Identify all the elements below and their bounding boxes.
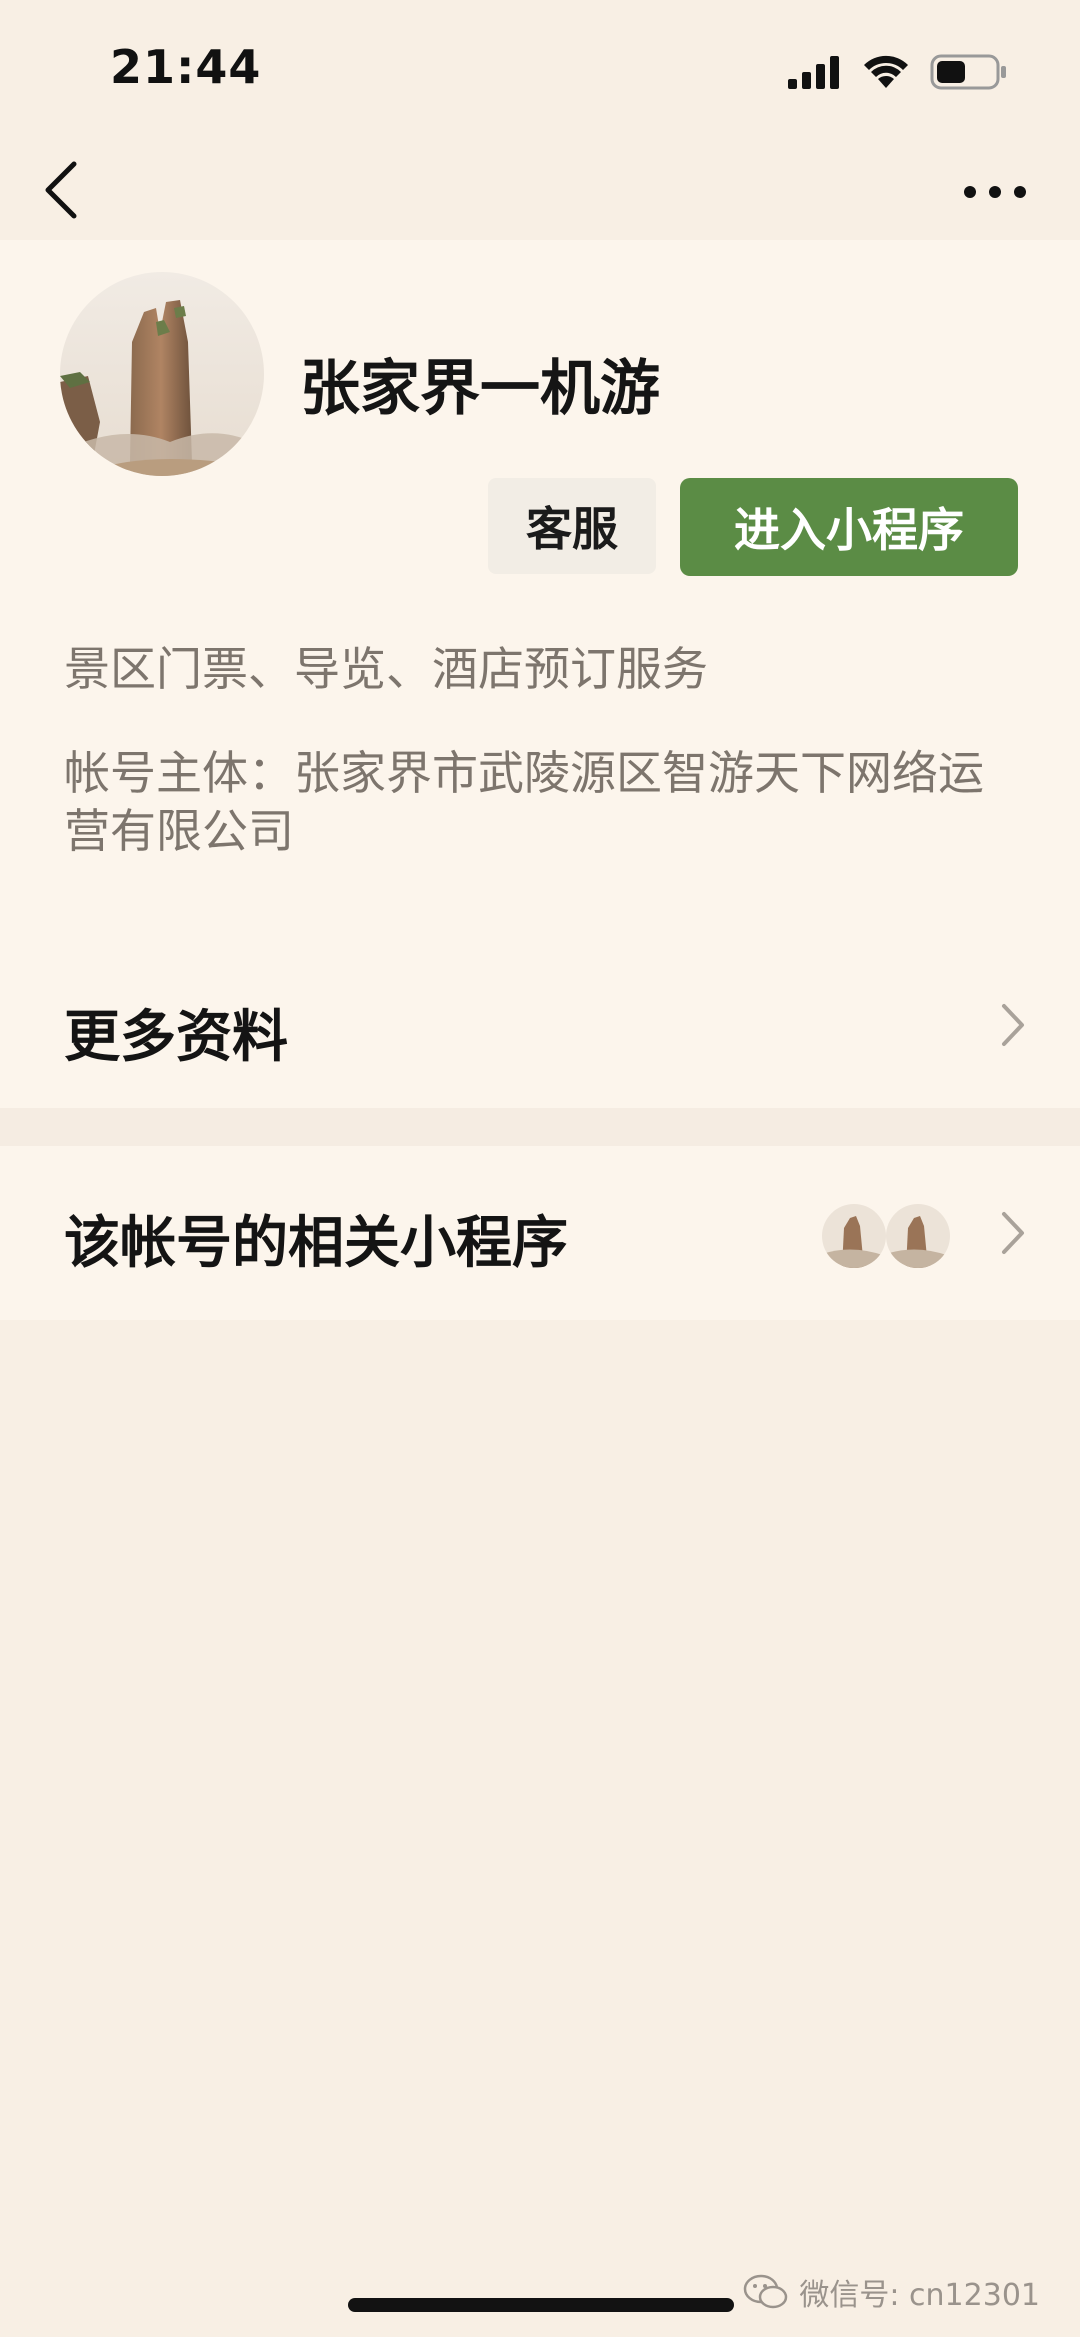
back-button[interactable] <box>38 160 88 220</box>
wifi-icon <box>864 55 908 88</box>
account-avatar <box>60 272 264 476</box>
status-time: 21:44 <box>110 40 262 94</box>
related-mini-programs-label: 该帐号的相关小程序 <box>64 1211 568 1276</box>
account-name: 张家界一机游 <box>300 354 660 424</box>
more-info-row[interactable]: 更多资料 <box>0 936 1080 1112</box>
signal-icon <box>788 56 839 89</box>
watermark: 微信号: cn12301 <box>743 2270 1040 2314</box>
customer-service-button[interactable]: 客服 <box>488 478 656 574</box>
more-dots-icon <box>964 186 1026 198</box>
home-indicator[interactable] <box>348 2298 734 2312</box>
account-description: 景区门票、导览、酒店预订服务 <box>64 642 708 696</box>
wechat-icon <box>744 2274 788 2309</box>
chevron-right-icon <box>1002 1212 1024 1254</box>
more-info-label: 更多资料 <box>64 1005 288 1070</box>
account-owner: 帐号主体：张家界市武陵源区智游天下网络运营有限公司 <box>64 746 984 858</box>
section-gap <box>0 1108 1080 1146</box>
watermark-text: 微信号: cn12301 <box>799 2278 1040 2313</box>
related-mini-programs-row[interactable]: 该帐号的相关小程序 <box>0 1146 1080 1320</box>
more-button[interactable] <box>960 172 1030 212</box>
chevron-left-icon <box>45 161 77 219</box>
chevron-right-icon <box>1002 1004 1024 1046</box>
battery-icon <box>930 54 1006 90</box>
mini-program-avatar <box>886 1204 950 1268</box>
mini-program-avatar <box>822 1204 886 1268</box>
enter-mini-program-button[interactable]: 进入小程序 <box>680 478 1018 576</box>
status-icons <box>786 52 1008 92</box>
